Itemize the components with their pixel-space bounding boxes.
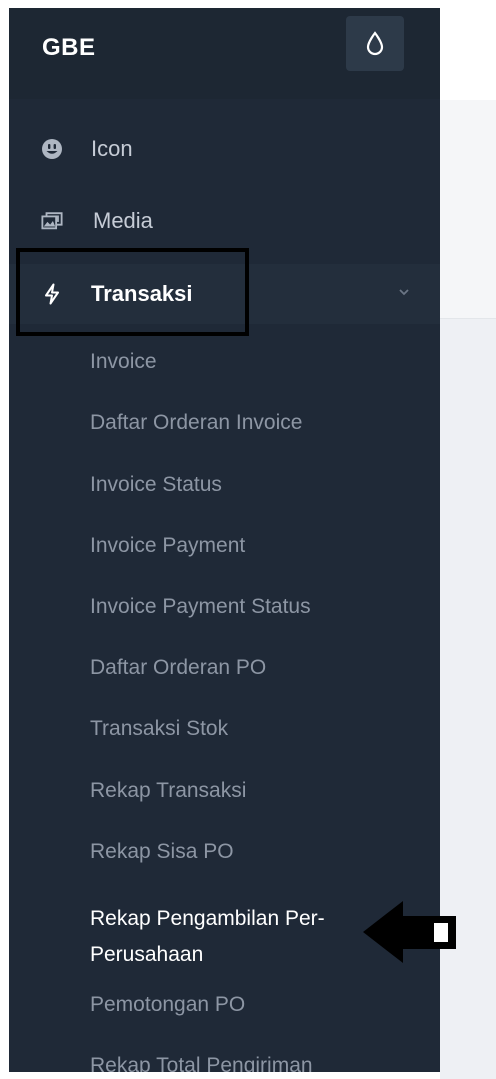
droplet-icon (366, 30, 384, 55)
content-header (440, 100, 496, 319)
chevron-down-icon (399, 289, 409, 296)
submenu-item[interactable]: Daftar Orderan Invoice (90, 409, 302, 437)
annotation-highlight-box (16, 248, 249, 336)
submenu-item[interactable]: Invoice Status (90, 471, 222, 499)
sidebar-item-media[interactable]: Media (9, 191, 440, 251)
annotation-arrow-icon (363, 901, 456, 963)
brand-bar: GBE (9, 8, 440, 99)
brand-logo[interactable]: GBE (42, 30, 96, 66)
sidebar-item-icon[interactable]: Icon (9, 119, 440, 179)
submenu-item-current[interactable]: Rekap Pengambilan Per-Perusahaan (90, 901, 390, 973)
submenu-item[interactable]: Invoice (90, 348, 157, 376)
theme-toggle-button[interactable] (346, 16, 404, 71)
submenu-item[interactable]: Pemotongan PO (90, 991, 245, 1019)
submenu-item[interactable]: Transaksi Stok (90, 715, 228, 743)
submenu-item[interactable]: Invoice Payment Status (90, 593, 311, 621)
submenu-item[interactable]: Rekap Total Pengiriman (90, 1052, 313, 1072)
submenu-item[interactable]: Rekap Transaksi (90, 777, 246, 805)
images-icon (41, 210, 63, 232)
submenu-item[interactable]: Invoice Payment (90, 532, 245, 560)
sidebar-item-label: Icon (91, 136, 133, 161)
sidebar-item-label: Media (93, 208, 153, 233)
submenu-item[interactable]: Rekap Sisa PO (90, 838, 234, 866)
smiley-icon (41, 138, 63, 160)
submenu-item[interactable]: Daftar Orderan PO (90, 654, 266, 682)
